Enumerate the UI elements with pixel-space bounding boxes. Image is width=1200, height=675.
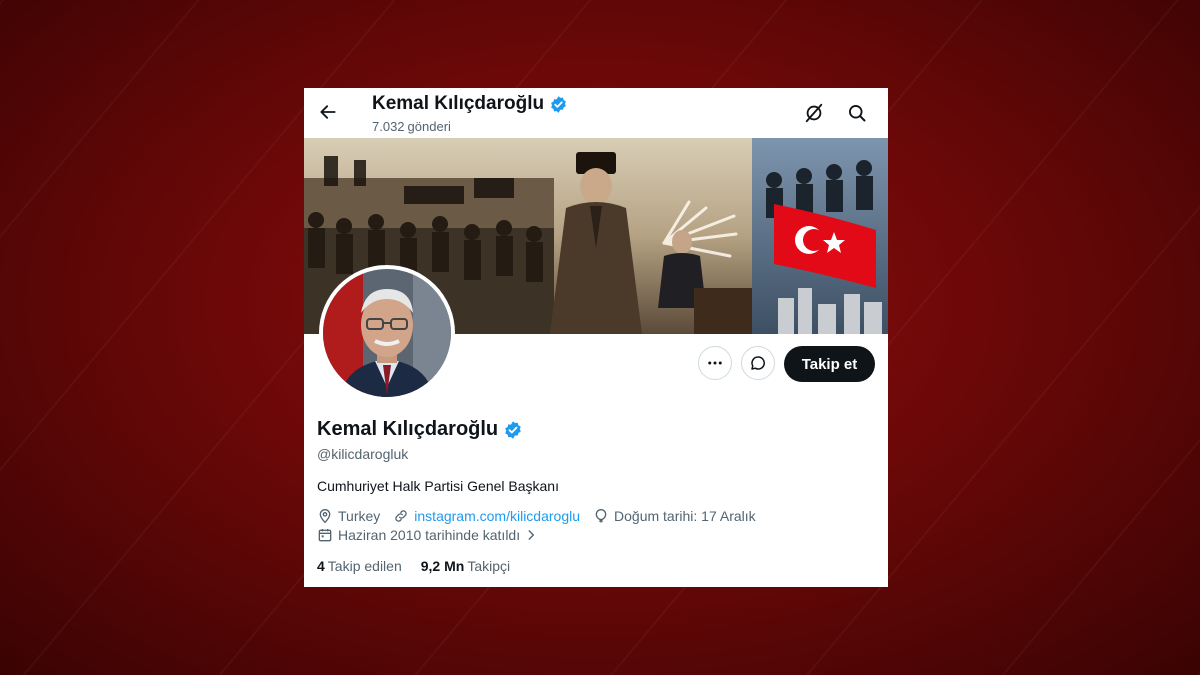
- profile-handle: @kilicdarogluk: [317, 446, 409, 462]
- display-name: Kemal Kılıçdaroğlu: [317, 418, 499, 440]
- birthdate-text: Doğum tarihi: 17 Aralık: [614, 508, 756, 524]
- message-icon: [751, 356, 765, 370]
- followers-label: Takipçi: [467, 558, 511, 574]
- birthdate-item: Doğum tarihi: 17 Aralık: [593, 508, 756, 524]
- message-button[interactable]: [741, 346, 775, 380]
- profile-avatar[interactable]: [319, 265, 455, 401]
- arrow-left-icon: [320, 105, 336, 119]
- calendar-icon: [318, 529, 332, 542]
- joined-item[interactable]: Haziran 2010 tarihinde katıldı: [317, 527, 543, 543]
- followers-stat[interactable]: 9,2 Mn Takipçi: [421, 558, 510, 574]
- website-item: instagram.com/kilicdaroglu: [393, 508, 580, 524]
- more-button[interactable]: [698, 346, 732, 380]
- post-count: 7.032 gönderi: [372, 119, 454, 134]
- follow-button[interactable]: Takip et: [784, 346, 875, 382]
- following-stat[interactable]: 4 Takip edilen: [317, 558, 402, 574]
- grok-button[interactable]: [801, 100, 827, 126]
- verified-badge-icon[interactable]: [503, 420, 523, 440]
- following-count: 4: [317, 558, 325, 574]
- link-icon: [395, 510, 407, 522]
- balloon-icon: [595, 508, 607, 523]
- profile-card: Kemal Kılıçdaroğlu 7.032 gönderi Takip e…: [304, 88, 888, 587]
- header-name: Kemal Kılıçdaroğlu: [372, 93, 545, 114]
- back-button[interactable]: [314, 98, 342, 126]
- header-title: Kemal Kılıçdaroğlu: [372, 93, 568, 115]
- search-icon: [849, 105, 866, 122]
- profile-header-bar: Kemal Kılıçdaroğlu 7.032 gönderi: [304, 88, 888, 138]
- following-label: Takip edilen: [327, 558, 402, 574]
- verified-badge-icon: [549, 95, 568, 114]
- joined-row: Haziran 2010 tarihinde katıldı: [317, 527, 556, 543]
- location-text: Turkey: [338, 508, 381, 524]
- avatar: [323, 269, 451, 397]
- profile-name: Kemal Kılıçdaroğlu: [317, 418, 523, 441]
- followers-count: 9,2 Mn: [420, 558, 465, 574]
- more-icon: [708, 361, 722, 365]
- post-count-value: 7.032: [372, 119, 405, 134]
- profile-bio: Cumhuriyet Halk Partisi Genel Başkanı: [317, 478, 559, 494]
- post-count-label: gönderi: [407, 119, 451, 134]
- location-item: Turkey: [317, 508, 380, 524]
- search-button[interactable]: [844, 100, 870, 126]
- profile-meta: Turkey instagram.com/kilicdaroglu Doğum …: [317, 508, 769, 524]
- joined-text: Haziran 2010 tarihinde katıldı: [338, 527, 521, 543]
- follow-stats: 4 Takip edilen 9,2 Mn Takipçi: [317, 558, 529, 574]
- website-link[interactable]: instagram.com/kilicdaroglu: [414, 508, 580, 524]
- location-icon: [319, 508, 331, 524]
- grok-icon: [805, 103, 823, 123]
- chevron-right-icon: [528, 530, 535, 540]
